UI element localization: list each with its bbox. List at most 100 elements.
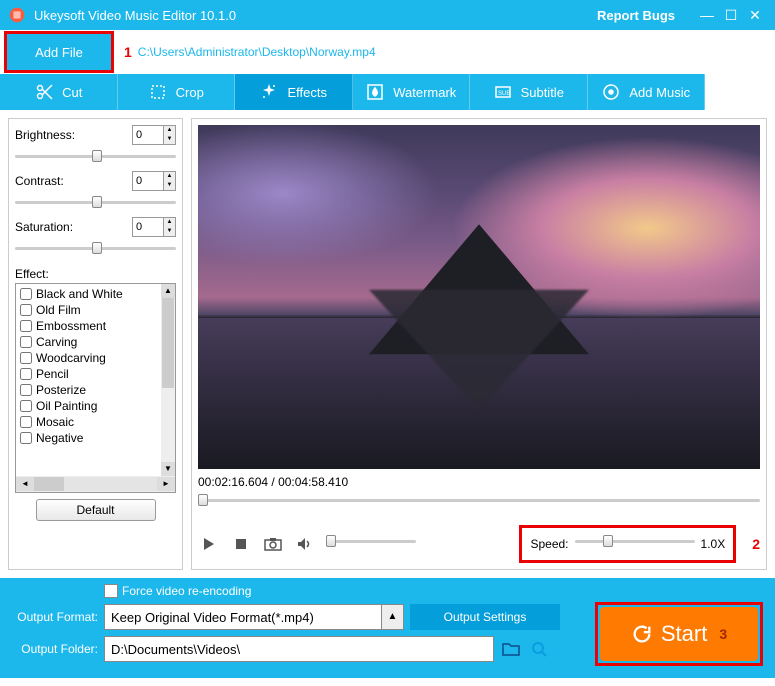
annotation-label-1: 1 <box>124 44 132 60</box>
effect-checkbox[interactable] <box>20 368 32 380</box>
effect-checkbox[interactable] <box>20 304 32 316</box>
sparkle-icon <box>259 82 279 102</box>
report-bugs-link[interactable]: Report Bugs <box>597 8 675 23</box>
tab-effects[interactable]: Effects <box>235 74 353 110</box>
combo-dropdown-icon[interactable]: ▲ <box>381 605 403 629</box>
force-reencoding-checkbox[interactable] <box>104 584 118 598</box>
saturation-label: Saturation: <box>15 220 132 234</box>
effect-item[interactable]: Carving <box>18 334 159 350</box>
effect-checkbox[interactable] <box>20 320 32 332</box>
contrast-down[interactable]: ▼ <box>163 181 175 190</box>
app-logo-icon <box>8 6 26 24</box>
effect-item[interactable]: Woodcarving <box>18 350 159 366</box>
effect-name: Mosaic <box>36 415 74 429</box>
effect-name: Black and White <box>36 287 123 301</box>
tab-subtitle[interactable]: SUB Subtitle <box>470 74 588 110</box>
volume-button[interactable] <box>294 535 316 553</box>
effects-panel: Brightness: ▲▼ Contrast: ▲▼ Saturation: … <box>8 118 183 570</box>
effect-checkbox[interactable] <box>20 384 32 396</box>
saturation-spinbox[interactable]: ▲▼ <box>132 217 176 237</box>
contrast-label: Contrast: <box>15 174 132 188</box>
effect-name: Negative <box>36 431 83 445</box>
hscroll-thumb[interactable] <box>34 477 64 491</box>
scroll-down-button[interactable]: ▼ <box>161 462 175 476</box>
output-folder-input[interactable]: D:\Documents\Videos\ <box>104 636 494 662</box>
tab-cut[interactable]: Cut <box>0 74 118 110</box>
effect-item[interactable]: Posterize <box>18 382 159 398</box>
effect-checkbox[interactable] <box>20 416 32 428</box>
effect-name: Embossment <box>36 319 106 333</box>
contrast-spinbox[interactable]: ▲▼ <box>132 171 176 191</box>
open-folder-button[interactable] <box>528 638 550 660</box>
effect-list-label: Effect: <box>15 267 176 281</box>
seek-slider[interactable] <box>198 491 760 509</box>
snapshot-button[interactable] <box>262 535 284 553</box>
contrast-up[interactable]: ▲ <box>163 172 175 181</box>
bottom-bar: Force video re-encoding Output Format: K… <box>0 578 775 678</box>
brightness-down[interactable]: ▼ <box>163 135 175 144</box>
scroll-up-button[interactable]: ▲ <box>161 284 175 298</box>
effect-item[interactable]: Mosaic <box>18 414 159 430</box>
subtitle-icon: SUB <box>493 82 513 102</box>
close-button[interactable]: ✕ <box>743 5 767 25</box>
scroll-right-button[interactable]: ► <box>157 477 175 491</box>
tab-spacer <box>705 74 775 110</box>
effect-item[interactable]: Old Film <box>18 302 159 318</box>
droplet-icon <box>365 82 385 102</box>
tab-subtitle-label: Subtitle <box>521 85 564 100</box>
brightness-up[interactable]: ▲ <box>163 126 175 135</box>
tab-add-music[interactable]: Add Music <box>588 74 706 110</box>
output-format-label: Output Format: <box>10 610 98 624</box>
brightness-input[interactable] <box>133 126 163 144</box>
volume-slider[interactable] <box>326 532 416 550</box>
effect-checkbox[interactable] <box>20 400 32 412</box>
scroll-left-button[interactable]: ◄ <box>16 477 34 491</box>
contrast-input[interactable] <box>133 172 163 190</box>
effect-checkbox[interactable] <box>20 288 32 300</box>
stop-button[interactable] <box>230 535 252 553</box>
saturation-input[interactable] <box>133 218 163 236</box>
timecode: 00:02:16.604 / 00:04:58.410 <box>198 475 760 489</box>
effect-hscrollbar[interactable]: ◄ ► <box>16 476 175 492</box>
saturation-slider[interactable] <box>15 239 176 257</box>
minimize-button[interactable]: — <box>695 5 719 25</box>
saturation-up[interactable]: ▲ <box>163 218 175 227</box>
speed-slider[interactable] <box>575 532 695 550</box>
maximize-button[interactable]: ☐ <box>719 5 743 25</box>
brightness-slider[interactable] <box>15 147 176 165</box>
effect-item[interactable]: Pencil <box>18 366 159 382</box>
output-format-combo[interactable]: Keep Original Video Format(*.mp4) ▲ <box>104 604 404 630</box>
default-button[interactable]: Default <box>36 499 156 521</box>
add-file-button[interactable]: Add File <box>7 34 111 70</box>
disc-icon <box>601 82 621 102</box>
start-button[interactable]: Start 3 <box>600 607 758 661</box>
effect-checkbox[interactable] <box>20 432 32 444</box>
effect-vscrollbar[interactable]: ▲ ▼ <box>161 284 175 476</box>
effect-checkbox[interactable] <box>20 352 32 364</box>
effect-checkbox[interactable] <box>20 336 32 348</box>
svg-text:SUB: SUB <box>498 91 510 97</box>
tab-crop[interactable]: Crop <box>118 74 236 110</box>
effect-item[interactable]: Embossment <box>18 318 159 334</box>
effect-item[interactable]: Negative <box>18 430 159 446</box>
brightness-spinbox[interactable]: ▲▼ <box>132 125 176 145</box>
output-settings-button[interactable]: Output Settings <box>410 604 560 630</box>
tab-cut-label: Cut <box>62 85 82 100</box>
app-title: Ukeysoft Video Music Editor 10.1.0 <box>34 8 597 23</box>
scroll-thumb[interactable] <box>162 298 174 388</box>
file-bar: Add File 1 C:\Users\Administrator\Deskto… <box>0 30 775 74</box>
tab-watermark[interactable]: Watermark <box>353 74 471 110</box>
brightness-label: Brightness: <box>15 128 132 142</box>
output-folder-label: Output Folder: <box>10 642 98 656</box>
effect-name: Pencil <box>36 367 69 381</box>
effect-item[interactable]: Black and White <box>18 286 159 302</box>
speed-label: Speed: <box>530 537 568 551</box>
effect-item[interactable]: Oil Painting <box>18 398 159 414</box>
contrast-slider[interactable] <box>15 193 176 211</box>
play-button[interactable] <box>198 535 220 553</box>
tab-add-music-label: Add Music <box>629 85 690 100</box>
browse-folder-button[interactable] <box>500 638 522 660</box>
effect-list: Black and WhiteOld FilmEmbossmentCarving… <box>15 283 176 493</box>
saturation-down[interactable]: ▼ <box>163 227 175 236</box>
file-path: C:\Users\Administrator\Desktop\Norway.mp… <box>138 45 376 59</box>
